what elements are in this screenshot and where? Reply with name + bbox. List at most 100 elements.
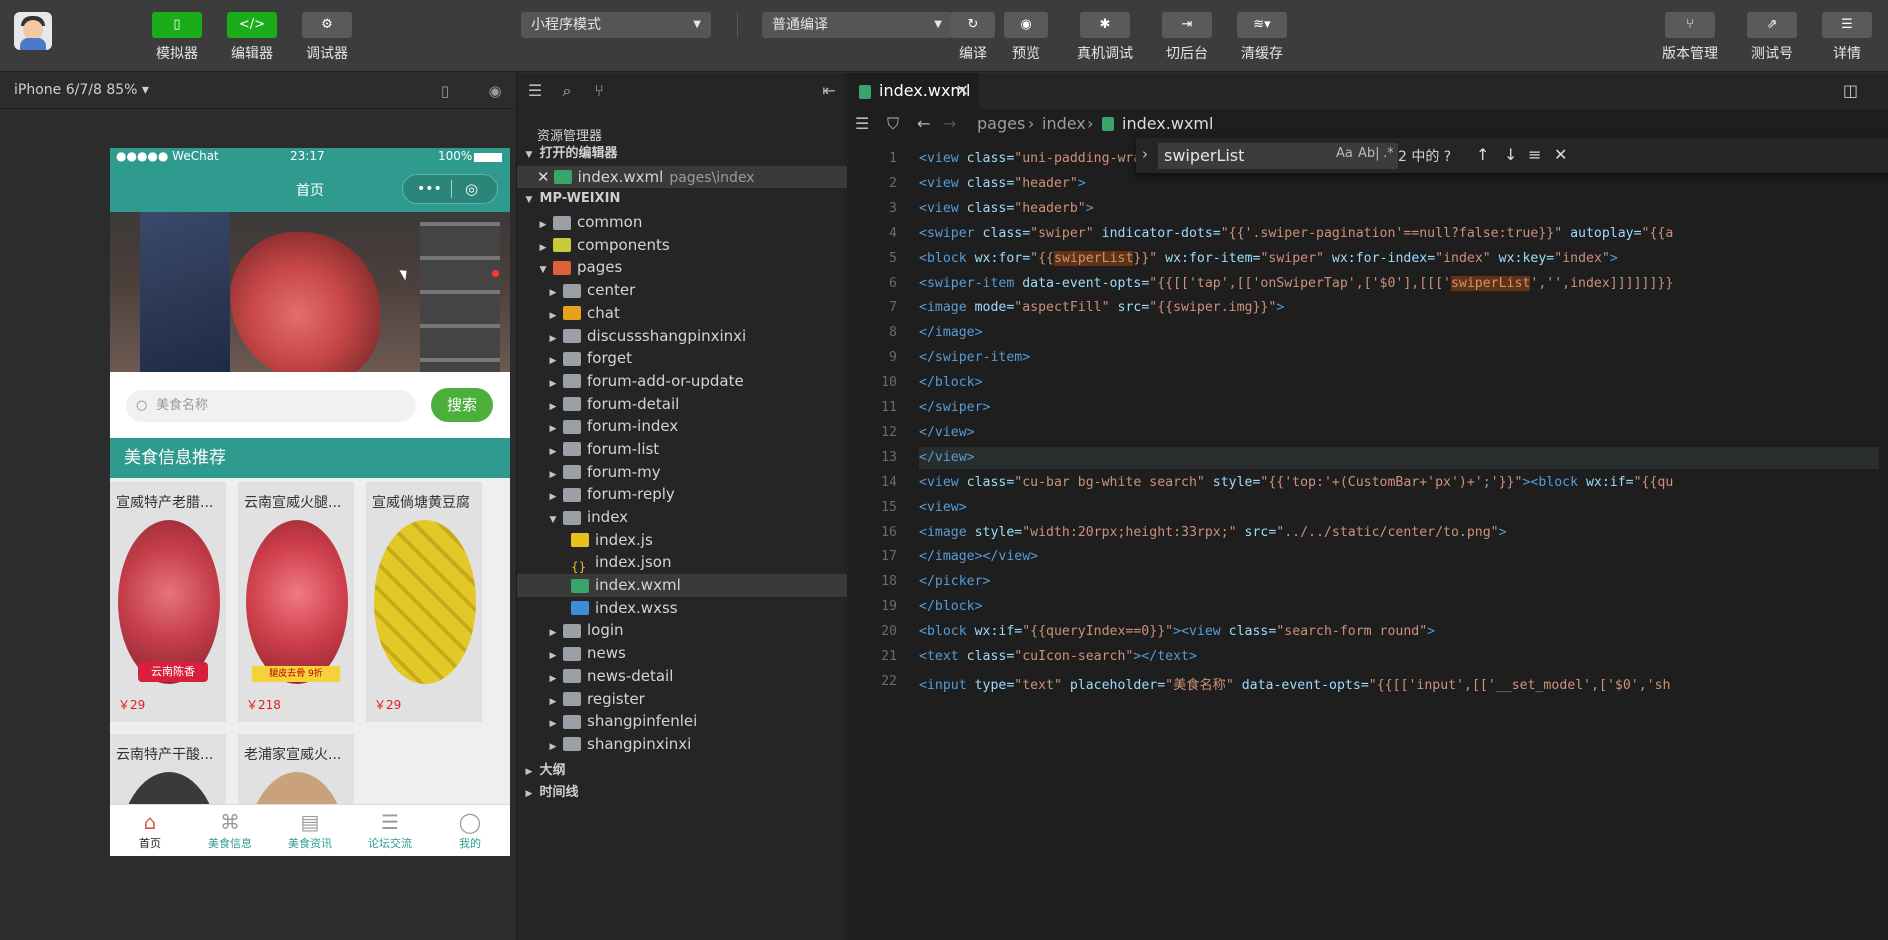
tree-folder[interactable]: ▶ forum-detail <box>517 393 847 416</box>
code-line[interactable]: </block> <box>919 599 983 614</box>
tab-index-wxml[interactable]: index.wxml ✕ <box>847 73 979 109</box>
tree-file[interactable]: index.wxml <box>517 574 847 597</box>
debugger-button[interactable]: ⚙ 调试器 <box>302 12 352 63</box>
food-card[interactable]: 云南宣威火腿... 腿皮去骨 9折 ￥218 <box>238 482 354 722</box>
device-select[interactable]: iPhone 6/7/8 85% ▾ <box>14 82 149 98</box>
tab-mine[interactable]: ◯ 我的 <box>430 809 510 851</box>
record-icon[interactable]: ◉ <box>486 82 504 100</box>
tree-folder[interactable]: ▶ center <box>517 279 847 302</box>
version-button[interactable]: ⑂ 版本管理 <box>1662 12 1718 63</box>
code-line[interactable]: <swiper class="swiper" indicator-dots="{… <box>919 226 1673 241</box>
tab-food-news[interactable]: ▤ 美食资讯 <box>270 809 350 851</box>
tree-folder[interactable]: ▶ forum-list <box>517 438 847 461</box>
code-line[interactable]: </block> <box>919 375 983 390</box>
tree-folder[interactable]: ▶ forum-my <box>517 461 847 484</box>
find-in-selection-icon[interactable]: ≡ <box>1528 145 1541 164</box>
previous-match-icon[interactable]: ↑ <box>1476 145 1489 164</box>
code-line[interactable]: </view> <box>919 425 975 440</box>
background-button[interactable]: ⇥ 切后台 <box>1162 12 1212 63</box>
chevron-right-icon[interactable]: › <box>1142 145 1148 163</box>
close-circle-icon[interactable]: ◎ <box>465 180 478 198</box>
search-icon[interactable]: ⌕ <box>557 81 577 101</box>
tree-folder[interactable]: ▶ register <box>517 688 847 711</box>
back-icon[interactable]: ← <box>917 109 930 139</box>
tree-folder[interactable]: ▶ shangpinxinxi <box>517 733 847 756</box>
search-button[interactable]: 搜索 <box>431 388 493 422</box>
tree-folder[interactable]: ▼ pages <box>517 256 847 279</box>
code-line[interactable]: <view> <box>919 500 967 515</box>
code-line[interactable]: </picker> <box>919 574 990 589</box>
regex-toggle[interactable]: .* <box>1383 146 1394 161</box>
editor-button[interactable]: </> 编辑器 <box>227 12 277 63</box>
clear-cache-button[interactable]: ≋▾ 清缓存 <box>1237 12 1287 63</box>
code-line[interactable]: </image></view> <box>919 549 1038 564</box>
code-line[interactable]: <view class="headerb"> <box>919 201 1094 216</box>
code-area[interactable]: 1 <view class="uni-padding-wrap"> 2 <view c… <box>847 143 1888 883</box>
tree-folder[interactable]: ▶ forum-index <box>517 415 847 438</box>
code-line[interactable]: <block wx:if="{{queryIndex==0}}"><view c… <box>919 624 1435 639</box>
code-line[interactable]: </swiper-item> <box>919 350 1030 365</box>
food-card[interactable]: 宣威倘塘黄豆腐 ￥29 <box>366 482 482 722</box>
simulator-button[interactable]: ▯ 模拟器 <box>152 12 202 63</box>
match-case-toggle[interactable]: Aa <box>1336 146 1353 161</box>
swiper-banner[interactable] <box>110 212 510 372</box>
tree-folder[interactable]: ▶ shangpinfenlei <box>517 710 847 733</box>
close-icon[interactable]: ✕ <box>956 73 969 109</box>
breadcrumb-file[interactable]: index.wxml <box>1122 109 1213 139</box>
code-line[interactable]: </image> <box>919 325 983 340</box>
branch-icon[interactable]: ⑂ <box>589 81 609 101</box>
next-match-icon[interactable]: ↓ <box>1504 145 1517 164</box>
food-card[interactable]: 宣威特产老腊... 云南陈香 ￥29 <box>110 482 226 722</box>
whole-word-toggle[interactable]: Ab| <box>1358 146 1380 161</box>
code-line[interactable]: <view class="header"> <box>919 176 1086 191</box>
list-icon[interactable]: ☰ <box>855 109 869 139</box>
code-line[interactable]: <text class="cuIcon-search"></text> <box>919 649 1197 664</box>
tree-folder[interactable]: ▶ discussshangpinxinxi <box>517 325 847 348</box>
files-icon[interactable]: ☰ <box>525 81 545 101</box>
tree-folder[interactable]: ▶ components <box>517 234 847 257</box>
close-icon[interactable]: ✕ <box>537 168 550 186</box>
tree-file[interactable]: index.wxss <box>517 597 847 620</box>
more-icon[interactable]: ••• <box>417 181 442 197</box>
code-line[interactable]: </swiper> <box>919 400 990 415</box>
tree-folder[interactable]: ▶ news <box>517 642 847 665</box>
tab-forum[interactable]: ☰ 论坛交流 <box>350 809 430 851</box>
tree-folder[interactable]: ▶ login <box>517 619 847 642</box>
preview-button[interactable]: ◉ 预览 <box>1004 12 1048 63</box>
search-input[interactable]: ○ 美食名称 <box>126 390 416 422</box>
breadcrumb-pages[interactable]: pages <box>977 109 1025 139</box>
bookmark-icon[interactable]: ⛉ <box>887 109 899 139</box>
collapse-panel-icon[interactable]: ⇤ <box>819 81 839 101</box>
tree-folder[interactable]: ▶ forum-reply <box>517 483 847 506</box>
test-account-button[interactable]: ⇗ 测试号 <box>1747 12 1797 63</box>
breadcrumb-index[interactable]: index <box>1042 109 1086 139</box>
code-line[interactable]: <view class="uni-padding-wrap"> <box>919 151 1165 166</box>
device-icon[interactable]: ▯ <box>436 82 454 100</box>
tab-home[interactable]: ⌂ 首页 <box>110 809 190 851</box>
compile-select[interactable]: 普通编译 ▼ <box>762 12 952 38</box>
tree-folder[interactable]: ▶ forum-add-or-update <box>517 370 847 393</box>
close-icon[interactable]: ✕ <box>1554 145 1567 164</box>
capsule-menu[interactable]: ••• ◎ <box>402 174 498 204</box>
code-line[interactable]: <swiper-item data-event-opts="{{[['tap',… <box>919 275 1673 291</box>
code-line[interactable]: </view> <box>919 450 975 465</box>
code-line[interactable]: <image mode="aspectFill" src="{{swiper.i… <box>919 300 1284 315</box>
tree-file[interactable]: index.js <box>517 529 847 552</box>
tree-section-open-editors[interactable]: ▼ 打开的编辑器 <box>517 143 847 166</box>
tree-folder[interactable]: ▶ common <box>517 211 847 234</box>
tree-section-outline[interactable]: ▶ 大纲 <box>517 760 847 783</box>
user-avatar[interactable] <box>14 12 52 50</box>
tree-section-timeline[interactable]: ▶ 时间线 <box>517 782 847 805</box>
mode-select[interactable]: 小程序模式 ▼ <box>521 12 711 38</box>
forward-icon[interactable]: → <box>943 109 956 139</box>
tree-folder[interactable]: ▼ index <box>517 506 847 529</box>
tab-food-info[interactable]: ⌘ 美食信息 <box>190 809 270 851</box>
code-line[interactable]: <block wx:for="{{swiperList}}" wx:for-it… <box>919 250 1618 266</box>
code-line[interactable]: <image style="width:20rpx;height:33rpx;"… <box>919 525 1507 540</box>
tree-file[interactable]: {} index.json <box>517 551 847 574</box>
remote-debug-button[interactable]: ✱ 真机调试 <box>1077 12 1133 63</box>
code-line[interactable]: <input type="text" placeholder="美食名称" da… <box>919 674 1670 693</box>
tree-folder[interactable]: ▶ forget <box>517 347 847 370</box>
details-button[interactable]: ☰ 详情 <box>1822 12 1872 63</box>
code-line[interactable]: <view class="cu-bar bg-white search" sty… <box>919 475 1673 490</box>
